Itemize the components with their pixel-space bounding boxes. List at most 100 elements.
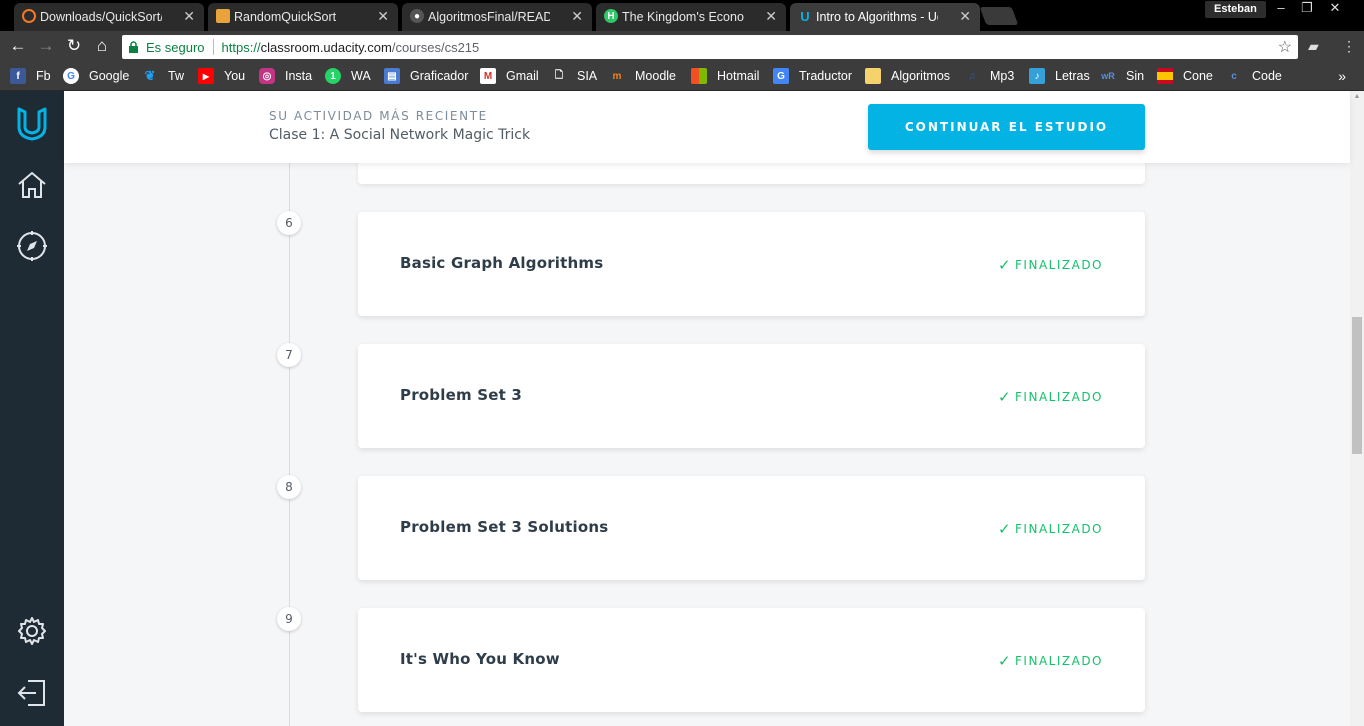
lesson-card-problem-set-3-solutions[interactable]: Problem Set 3 Solutions ✓ FINALIZADO [358,476,1145,580]
continue-studying-button[interactable]: CONTINUAR EL ESTUDIO [868,104,1145,150]
minimize-icon[interactable]: ‒ [1268,0,1294,15]
status-badge: ✓ FINALIZADO [998,256,1103,274]
tab-title: The Kingdom's Economy [622,10,744,24]
bookmark-sia[interactable]: 🗋 SIA [551,68,597,84]
lesson-card-problem-set-3[interactable]: Problem Set 3 ✓ FINALIZADO [358,344,1145,448]
lesson-title: It's Who You Know [400,650,560,668]
bookmark-gmail[interactable]: M Gmail [480,68,539,84]
status-label: FINALIZADO [1015,522,1103,536]
lesson-number-9: 9 [277,607,301,631]
bookmark-cone[interactable]: Cone [1157,68,1213,84]
book-icon [216,9,230,23]
bookmark-moodle[interactable]: m Moodle [609,68,676,84]
hackerrank-icon: H [604,9,618,23]
restore-icon[interactable]: ❐ [1294,0,1320,16]
home-icon[interactable] [14,167,50,203]
status-badge: ✓ FINALIZADO [998,652,1103,670]
browser-toolbar: ← → ↻ ⌂ Es seguro https:// classroom.uda… [0,31,1364,62]
lesson-card-its-who-you-know[interactable]: It's Who You Know ✓ FINALIZADO [358,608,1145,712]
code-icon: c [1231,70,1237,82]
bookmark-label: Code [1252,69,1282,83]
status-badge: ✓ FINALIZADO [998,520,1103,538]
bookmark-tw[interactable]: ❦ Tw [142,68,184,84]
tab-github-readme[interactable]: ● AlgoritmosFinal/README ✕ [402,3,592,31]
bookmark-label: Hotmail [717,69,760,83]
tab-random-quicksort[interactable]: RandomQuickSort ✕ [208,3,398,31]
scrollbar-thumb[interactable] [1352,317,1362,454]
lesson-title: Basic Graph Algorithms [400,254,604,272]
bookmark-label: SIA [577,69,598,83]
bookmark-sin[interactable]: wR Sin [1100,68,1144,84]
udacity-logo-icon[interactable] [14,106,50,142]
lesson-card-basic-graph-algorithms[interactable]: Basic Graph Algorithms ✓ FINALIZADO [358,212,1145,316]
back-icon[interactable]: ← [8,36,28,56]
window-close-icon[interactable]: ✕ [1322,0,1348,16]
close-icon[interactable]: ✕ [765,8,777,25]
spain-flag-icon [1157,68,1173,84]
logout-icon[interactable] [14,675,50,711]
lesson-title: Problem Set 3 [400,386,523,404]
compass-icon[interactable] [14,228,50,264]
home-icon[interactable]: ⌂ [92,36,112,56]
bookmark-label: Google [89,69,130,83]
moodle-icon: m [612,70,622,82]
settings-gear-icon[interactable] [14,613,50,649]
page-scrollbar[interactable]: ▲ [1350,91,1364,726]
pdf-extension-icon[interactable]: ▰ [1308,38,1319,55]
google-icon: G [63,68,79,84]
scroll-up-arrow-icon[interactable]: ▲ [1350,93,1364,100]
address-bar[interactable]: Es seguro https:// classroom.udacity.com… [122,35,1298,59]
checkmark-icon: ✓ [997,388,1013,406]
checkmark-icon: ✓ [997,652,1013,670]
close-icon[interactable]: ✕ [183,8,195,25]
bookmark-wa[interactable]: 1 WA [325,68,371,84]
twitter-icon: ❦ [144,68,156,83]
bookmark-algoritmos[interactable]: Algoritmos [865,68,950,84]
tab-intro-to-algorithms[interactable]: U Intro to Algorithms - Uda ✕ [790,3,980,31]
bookmark-fb[interactable]: f Fb [10,68,51,84]
checkmark-icon: ✓ [997,256,1013,274]
checkmark-icon: ✓ [997,520,1013,538]
bookmark-letras[interactable]: ♪ Letras [1029,68,1090,84]
bookmark-you[interactable]: ▶ You [198,68,245,84]
github-icon: ● [410,9,424,23]
bookmark-label: You [224,69,246,83]
wordreference-icon: wR [1101,71,1115,81]
whatsapp-icon: 1 [325,68,341,84]
new-tab-button[interactable] [979,7,1019,25]
bookmark-graficador[interactable]: ▤ Graficador [384,68,468,84]
tab-title: AlgoritmosFinal/README [428,10,550,24]
divider [212,39,214,55]
tab-downloads-quicksort[interactable]: Downloads/QuickSort/ ✕ [14,3,204,31]
timeline-line [289,163,290,726]
profile-button[interactable]: Esteban [1205,1,1266,18]
more-bookmarks-icon[interactable]: » [1338,68,1346,84]
lesson-title: Problem Set 3 Solutions [400,518,609,536]
bookmark-label: Cone [1183,69,1213,83]
lesson-number-8: 8 [277,475,301,499]
bookmark-label: Mp3 [990,69,1015,83]
folder-icon [865,68,881,84]
bookmark-label: Insta [285,69,313,83]
status-badge: ✓ FINALIZADO [998,388,1103,406]
forward-icon[interactable]: → [36,36,56,56]
bookmark-mp3[interactable]: ♫ Mp3 [964,68,1014,84]
secure-label: Es seguro [146,39,205,55]
menu-icon[interactable]: ⋮ [1342,38,1356,55]
tab-title: RandomQuickSort [234,10,337,24]
bookmark-hotmail[interactable]: Hotmail [691,68,759,84]
reload-icon[interactable]: ↻ [64,36,84,56]
bookmark-google[interactable]: G Google [63,68,129,84]
close-icon[interactable]: ✕ [571,8,583,25]
recent-lesson-link[interactable]: Clase 1: A Social Network Magic Trick [269,127,530,143]
bookmark-label: Traductor [799,69,853,83]
bookmark-traductor[interactable]: G Traductor [773,68,852,84]
bookmark-insta[interactable]: ◎ Insta [259,68,312,84]
status-label: FINALIZADO [1015,258,1103,272]
close-icon[interactable]: ✕ [377,8,389,25]
udacity-icon: U [800,8,810,24]
tab-kingdom-economy[interactable]: H The Kingdom's Economy ✕ [596,3,786,31]
bookmark-code[interactable]: c Code [1226,68,1282,84]
close-icon[interactable]: ✕ [959,8,971,25]
bookmark-star-icon[interactable]: ☆ [1278,37,1292,57]
